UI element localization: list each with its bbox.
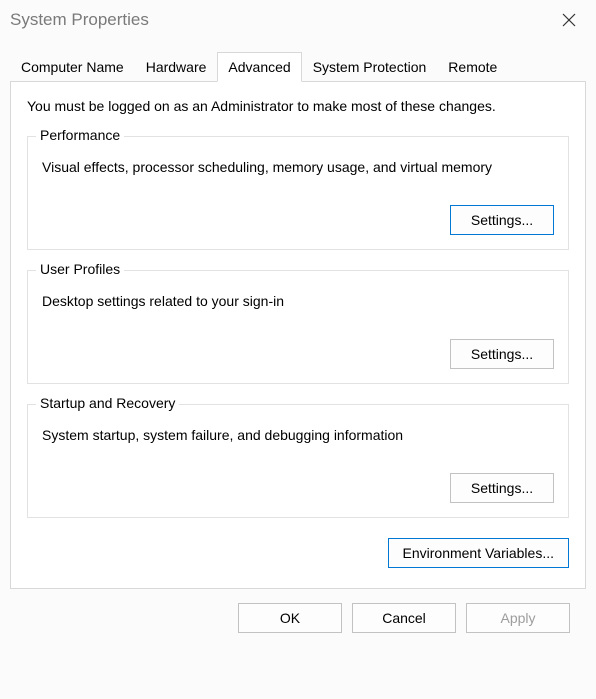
- group-startup-recovery-button-row: Settings...: [42, 473, 554, 503]
- tab-advanced[interactable]: Advanced: [217, 52, 301, 82]
- tab-panel-advanced: You must be logged on as an Administrato…: [10, 82, 586, 589]
- ok-button[interactable]: OK: [238, 603, 342, 633]
- group-performance-legend: Performance: [36, 127, 124, 143]
- tab-system-protection[interactable]: System Protection: [302, 52, 438, 81]
- group-user-profiles: User Profiles Desktop settings related t…: [27, 270, 569, 384]
- group-startup-recovery-desc: System startup, system failure, and debu…: [42, 427, 554, 443]
- dialog-button-row: OK Cancel Apply: [10, 589, 586, 647]
- tab-computer-name[interactable]: Computer Name: [10, 52, 135, 81]
- environment-variables-button[interactable]: Environment Variables...: [388, 538, 569, 568]
- titlebar: System Properties: [0, 0, 596, 40]
- group-user-profiles-desc: Desktop settings related to your sign-in: [42, 293, 554, 309]
- performance-settings-button[interactable]: Settings...: [450, 205, 554, 235]
- intro-text: You must be logged on as an Administrato…: [27, 98, 569, 114]
- env-vars-row: Environment Variables...: [27, 538, 569, 568]
- content-area: Computer Name Hardware Advanced System P…: [0, 40, 596, 647]
- window-title: System Properties: [10, 6, 149, 30]
- startup-recovery-settings-button[interactable]: Settings...: [450, 473, 554, 503]
- group-performance-button-row: Settings...: [42, 205, 554, 235]
- tab-remote[interactable]: Remote: [437, 52, 508, 81]
- group-performance: Performance Visual effects, processor sc…: [27, 136, 569, 250]
- close-icon[interactable]: [552, 6, 586, 34]
- apply-button[interactable]: Apply: [466, 603, 570, 633]
- group-startup-recovery: Startup and Recovery System startup, sys…: [27, 404, 569, 518]
- group-user-profiles-button-row: Settings...: [42, 339, 554, 369]
- tab-hardware[interactable]: Hardware: [135, 52, 218, 81]
- group-performance-desc: Visual effects, processor scheduling, me…: [42, 159, 554, 175]
- group-startup-recovery-legend: Startup and Recovery: [36, 395, 179, 411]
- cancel-button[interactable]: Cancel: [352, 603, 456, 633]
- group-user-profiles-legend: User Profiles: [36, 261, 124, 277]
- user-profiles-settings-button[interactable]: Settings...: [450, 339, 554, 369]
- tab-strip: Computer Name Hardware Advanced System P…: [10, 52, 586, 82]
